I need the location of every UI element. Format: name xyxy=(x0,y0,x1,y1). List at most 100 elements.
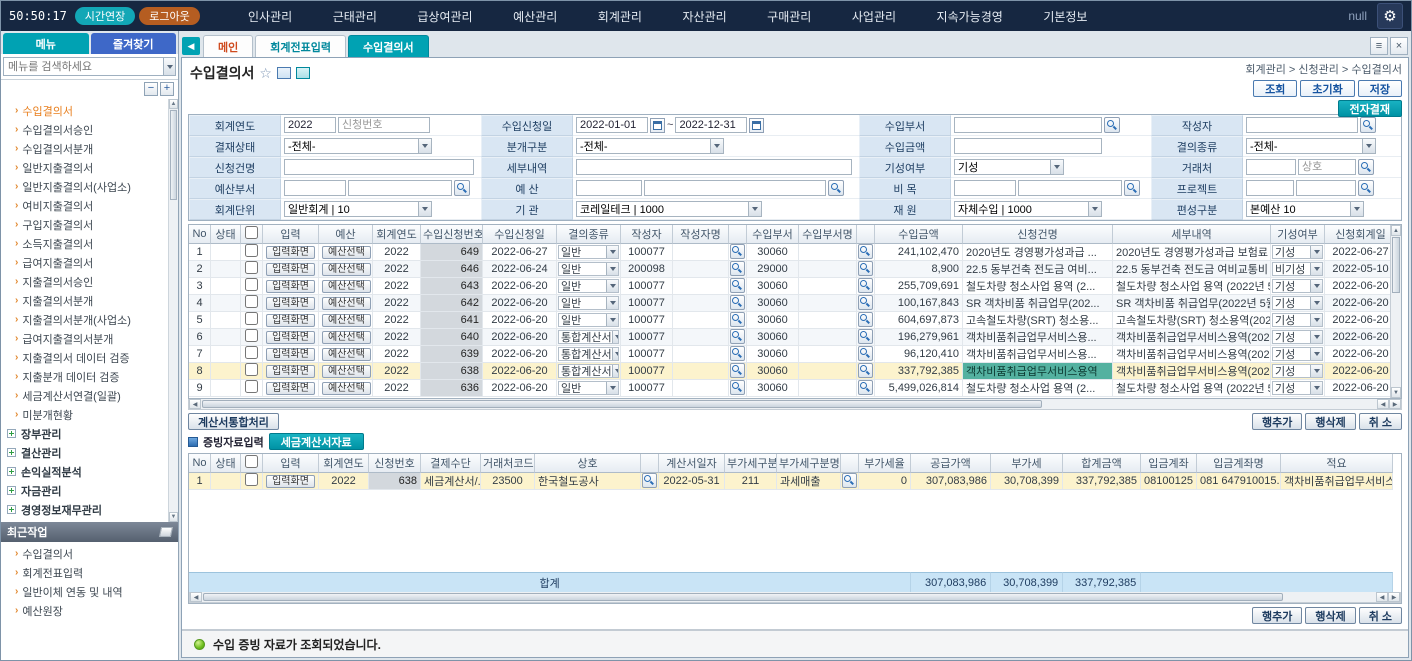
income-date-to-input[interactable] xyxy=(675,117,747,133)
expand-plus-icon[interactable] xyxy=(7,505,16,514)
recent-work-item[interactable]: ›예산원장 xyxy=(5,601,176,620)
sidebar-item[interactable]: ›수입결의서 xyxy=(5,101,166,120)
recent-work-item[interactable]: ›일반이체 연동 및 내역 xyxy=(5,582,176,601)
sidebar-group[interactable]: 부가세자료관리 xyxy=(5,519,166,522)
calendar-icon[interactable] xyxy=(650,118,665,133)
scrollbar-thumb[interactable] xyxy=(1392,237,1400,293)
menu-search-input[interactable] xyxy=(3,57,163,76)
scroll-right-icon[interactable]: ▶ xyxy=(1388,592,1400,602)
sidebar-item[interactable]: ›지출결의서 데이터 검증 xyxy=(5,348,166,367)
search-button[interactable] xyxy=(858,380,873,395)
sidebar-item[interactable]: ›여비지출결의서 xyxy=(5,196,166,215)
sidebar-item[interactable]: ›지출결의서승인 xyxy=(5,272,166,291)
income-dept-input[interactable] xyxy=(954,117,1102,133)
table-row[interactable]: 4입력화면예산선택20226422022-06-20일반100077300601… xyxy=(189,295,1390,312)
horizontal-scrollbar[interactable]: ◀ ◀ ▶ xyxy=(189,592,1401,603)
horizontal-scrollbar[interactable]: ◀ ◀ ▶ xyxy=(188,399,1402,410)
calendar-icon[interactable] xyxy=(749,118,764,133)
budget-name-input[interactable] xyxy=(644,180,826,196)
reset-button[interactable]: 초기화 xyxy=(1300,80,1354,97)
expand-plus-icon[interactable] xyxy=(7,429,16,438)
sidebar-item[interactable]: ›소득지출결의서 xyxy=(5,234,166,253)
decision-type-select[interactable]: 일반 xyxy=(558,279,619,293)
search-button[interactable] xyxy=(858,312,873,327)
input-screen-button[interactable]: 입력화면 xyxy=(266,331,315,344)
budget-select-button[interactable]: 예산선택 xyxy=(322,280,371,293)
add-row-button[interactable]: 행추가 xyxy=(1252,607,1302,624)
org-select[interactable]: 코레일테크 | 1000 xyxy=(576,201,762,217)
collapse-all-button[interactable]: − xyxy=(144,82,158,96)
logout-button[interactable]: 로그아웃 xyxy=(139,7,199,25)
detail-input[interactable] xyxy=(576,159,852,175)
topbar-menu-item[interactable]: 급상여관리 xyxy=(417,8,472,25)
scroll-up-icon[interactable]: ▲ xyxy=(169,99,178,109)
topbar-menu-item[interactable]: 구매관리 xyxy=(767,8,811,25)
cancel-button[interactable]: 취 소 xyxy=(1359,607,1402,624)
scroll-left-icon[interactable]: ◀ xyxy=(1377,399,1389,409)
sidebar-group[interactable]: 결산관리 xyxy=(5,443,166,462)
input-screen-button[interactable]: 입력화면 xyxy=(266,280,315,293)
budget-dept-code-input[interactable] xyxy=(284,180,346,196)
decision-type-select[interactable]: 일반 xyxy=(558,262,619,276)
scrollbar-thumb[interactable] xyxy=(202,400,1042,408)
decision-type-select[interactable]: 일반 xyxy=(558,296,619,310)
giseong-select[interactable]: 기성 xyxy=(954,159,1064,175)
fund-select[interactable]: 자체수입 | 1000 xyxy=(954,201,1102,217)
scroll-left-icon[interactable]: ◀ xyxy=(190,592,202,602)
input-screen-button[interactable]: 입력화면 xyxy=(266,365,315,378)
search-button[interactable] xyxy=(730,329,745,344)
vendor-search-button[interactable] xyxy=(1358,159,1374,175)
sidebar-item[interactable]: ›미분개현황 xyxy=(5,405,166,424)
budget-select-button[interactable]: 예산선택 xyxy=(322,246,371,259)
sidebar-item[interactable]: ›지출결의서분개 xyxy=(5,291,166,310)
sidebar-group[interactable]: 자금관리 xyxy=(5,481,166,500)
sidebar-item[interactable]: ›구입지출결의서 xyxy=(5,215,166,234)
writer-input[interactable] xyxy=(1246,117,1358,133)
expand-plus-icon[interactable] xyxy=(7,448,16,457)
writer-search-button[interactable] xyxy=(1360,117,1376,133)
topbar-menu-item[interactable]: 회계관리 xyxy=(598,8,642,25)
decision-type-select[interactable]: 통합계산서 xyxy=(558,364,619,378)
window-icon[interactable] xyxy=(296,67,310,79)
tab-list-button[interactable]: ≡ xyxy=(1370,37,1388,55)
decision-type-select[interactable]: 통합계산서 xyxy=(558,347,619,361)
search-button[interactable] xyxy=(730,295,745,310)
project-search-button[interactable] xyxy=(1358,180,1374,196)
add-row-button[interactable]: 행추가 xyxy=(1252,413,1302,430)
sidebar-tab-favorites[interactable]: 즐겨찾기 xyxy=(91,33,177,54)
table-row[interactable]: 5입력화면예산선택20226412022-06-20일반100077300606… xyxy=(189,312,1390,329)
search-button[interactable] xyxy=(730,346,745,361)
acct-unit-select[interactable]: 일반회계 | 10 xyxy=(284,201,432,217)
sidebar-group[interactable]: 장부관리 xyxy=(5,424,166,443)
vertical-scrollbar[interactable]: ▲ ▼ xyxy=(1390,225,1401,398)
sidebar-item[interactable]: ›일반지출결의서 xyxy=(5,158,166,177)
search-button[interactable] xyxy=(730,278,745,293)
expense-item-code-input[interactable] xyxy=(954,180,1016,196)
merge-bills-button[interactable]: 계산서통합처리 xyxy=(188,413,279,430)
search-button[interactable] xyxy=(858,329,873,344)
project-code-input[interactable] xyxy=(1246,180,1294,196)
decision-type-select[interactable]: 통합계산서 xyxy=(558,330,619,344)
sidebar-group[interactable]: 경영정보재무관리 xyxy=(5,500,166,519)
search-button[interactable] xyxy=(730,244,745,259)
giseong-select[interactable]: 기성 xyxy=(1272,364,1323,378)
search-button[interactable] xyxy=(858,244,873,259)
select-all-checkbox[interactable] xyxy=(245,455,258,468)
expense-item-name-input[interactable] xyxy=(1018,180,1122,196)
scroll-down-icon[interactable]: ▼ xyxy=(1391,387,1401,398)
delete-row-button[interactable]: 행삭제 xyxy=(1305,607,1355,624)
journal-type-select[interactable]: -전체- xyxy=(576,138,724,154)
search-button[interactable] xyxy=(730,380,745,395)
expand-all-button[interactable]: + xyxy=(160,82,174,96)
vendor-name-input[interactable] xyxy=(1298,159,1356,175)
scrollbar-thumb[interactable] xyxy=(203,593,1283,601)
budget-select-button[interactable]: 예산선택 xyxy=(322,365,371,378)
search-button[interactable] xyxy=(858,295,873,310)
tax-invoice-button[interactable]: 세금계산서자료 xyxy=(269,433,364,450)
sidebar-item[interactable]: ›지출결의서분개(사업소) xyxy=(5,310,166,329)
search-button[interactable] xyxy=(858,346,873,361)
topbar-menu-item[interactable]: 사업관리 xyxy=(852,8,896,25)
topbar-menu-item[interactable]: 기본정보 xyxy=(1043,8,1087,25)
budget-select-button[interactable]: 예산선택 xyxy=(322,263,371,276)
row-checkbox[interactable] xyxy=(245,346,258,359)
